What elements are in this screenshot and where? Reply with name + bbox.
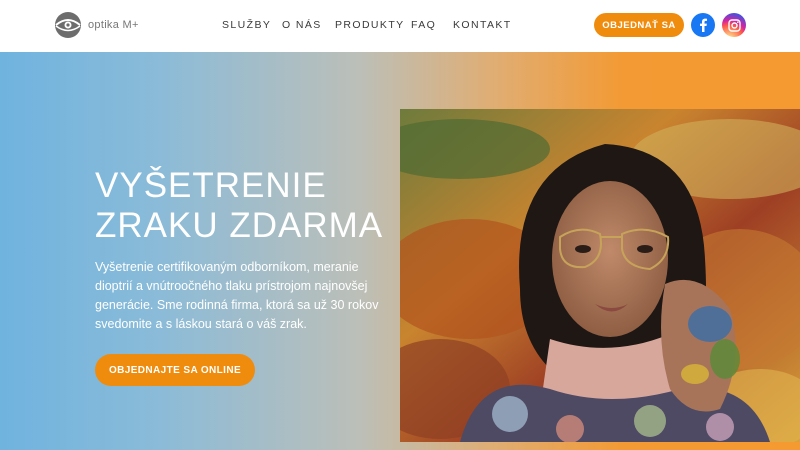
hero-photo	[400, 109, 800, 442]
hero-title: VYŠETRENIE ZRAKU ZDARMA	[95, 166, 383, 246]
facebook-icon	[700, 18, 707, 32]
brand-name: optika M+	[88, 19, 139, 31]
instagram-link[interactable]	[722, 13, 746, 37]
nav-item-o-nas[interactable]: O NÁS	[282, 19, 335, 31]
hero-title-line2: ZRAKU ZDARMA	[95, 206, 384, 245]
nav-item-kontakt[interactable]: KONTAKT	[453, 19, 513, 31]
hero-section: VYŠETRENIE ZRAKU ZDARMA Vyšetrenie certi…	[0, 52, 800, 450]
site-header: optika M+ SLUŽBY O NÁS PRODUKTY FAQ KONT…	[0, 0, 800, 52]
nav-item-produkty[interactable]: PRODUKTY	[335, 19, 411, 31]
order-online-button[interactable]: OBJEDNAJTE SA ONLINE	[95, 354, 255, 386]
facebook-link[interactable]	[691, 13, 715, 37]
instagram-icon	[727, 18, 741, 32]
model-with-glasses-photo	[400, 109, 800, 442]
main-nav: SLUŽBY O NÁS PRODUKTY FAQ KONTAKT	[222, 19, 513, 31]
nav-item-faq[interactable]: FAQ	[411, 19, 453, 31]
hero-title-line1: VYŠETRENIE	[95, 166, 327, 205]
nav-item-sluzby[interactable]: SLUŽBY	[222, 19, 282, 31]
eye-logo-icon	[55, 12, 81, 38]
hero-description: Vyšetrenie certifikovaným odborníkom, me…	[95, 260, 379, 331]
order-button[interactable]: OBJEDNAŤ SA	[594, 13, 684, 37]
logo[interactable]: optika M+	[54, 11, 139, 39]
